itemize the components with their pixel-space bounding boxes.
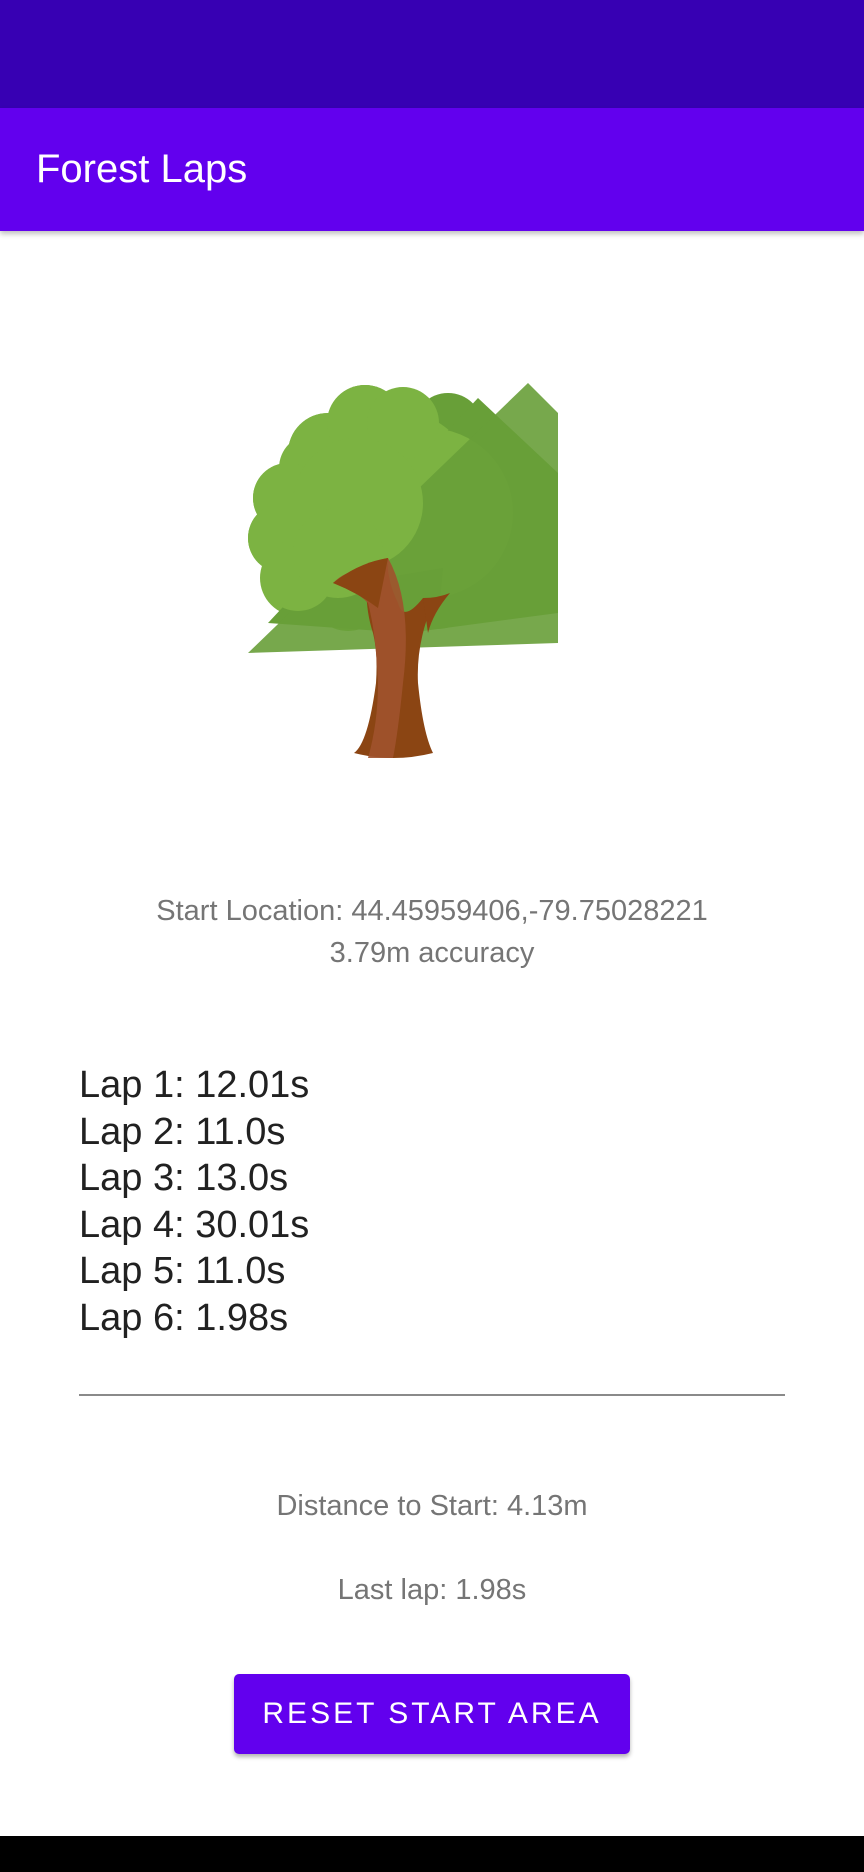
accuracy-text: 3.79m accuracy	[329, 937, 535, 969]
last-lap: Last lap: 1.98s	[337, 1574, 527, 1606]
app-bar: Forest Laps	[0, 108, 864, 231]
list-item: Lap 1: 12.01s	[79, 1064, 310, 1106]
navigation-bar	[0, 1836, 864, 1872]
list-item: Lap 2: 11.0s	[79, 1110, 286, 1153]
start-location-info: Start Location: 44.45959406,-79.75028221…	[0, 890, 864, 974]
distance-to-start: Distance to Start: 4.13m	[276, 1490, 588, 1522]
list-item: Lap 4: 30.01s	[79, 1203, 310, 1246]
tree-icon	[228, 353, 648, 773]
start-location-text: Start Location: 44.45959406,-79.75028221	[156, 895, 708, 927]
status-bar	[0, 0, 864, 108]
main-content: Start Location: 44.45959406,-79.75028221…	[0, 231, 864, 1836]
laps-list: Lap 1: 12.01s Lap 2: 11.0s Lap 3: 13.0s …	[79, 1062, 309, 1341]
app-title: Forest Laps	[36, 147, 248, 191]
divider	[79, 1394, 785, 1396]
list-item: Lap 6: 1.98s	[79, 1296, 289, 1339]
reset-start-area-button[interactable]: RESET START AREA	[234, 1674, 630, 1754]
list-item: Lap 3: 13.0s	[79, 1157, 289, 1199]
list-item: Lap 5: 11.0s	[79, 1250, 286, 1292]
